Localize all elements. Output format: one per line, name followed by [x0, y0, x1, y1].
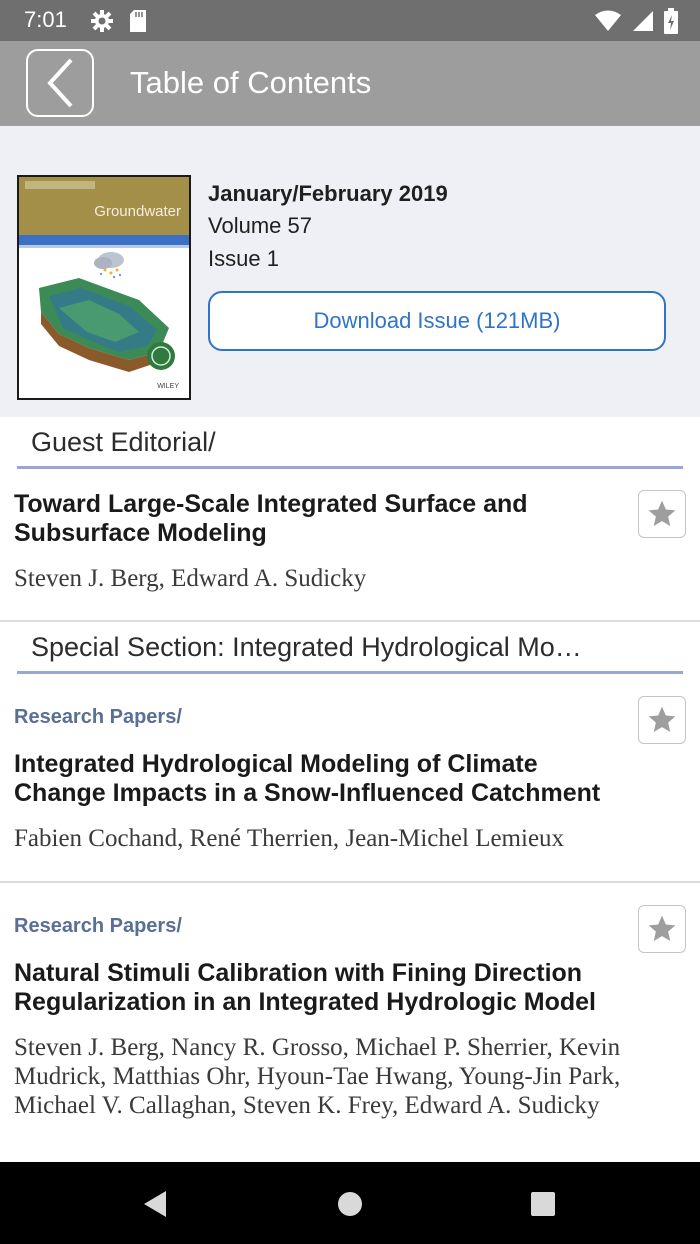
page-title: Table of Contents [130, 65, 372, 100]
section-title: Special Section: Integrated Hydrological… [31, 632, 582, 662]
download-issue-button[interactable]: Download Issue (121MB) [208, 291, 666, 351]
nav-back-icon [142, 1189, 168, 1219]
nav-home-button[interactable] [330, 1184, 370, 1224]
star-icon [646, 913, 678, 945]
section-title: Guest Editorial/ [31, 427, 216, 457]
status-bar: 7:01 [0, 0, 700, 41]
issue-cover-image[interactable]: Groundwater WILEY [17, 175, 191, 400]
nav-back-button[interactable] [135, 1184, 175, 1224]
article-item[interactable]: Research Papers/ Integrated Hydrological… [0, 675, 700, 883]
nav-recents-icon [530, 1191, 556, 1217]
article-category: Research Papers/ [14, 915, 182, 937]
star-icon [646, 704, 678, 736]
section-header: Guest Editorial/ [17, 417, 683, 469]
chevron-left-icon [45, 57, 75, 109]
article-title[interactable]: Integrated Hydrological Modeling of Clim… [14, 750, 634, 808]
article-authors: Steven J. Berg, Nancy R. Grosso, Michael… [14, 1034, 621, 1119]
sd-card-icon [128, 9, 148, 33]
issue-date: January/February 2019 [208, 181, 448, 206]
section-header: Special Section: Integrated Hydrological… [17, 622, 683, 674]
article-authors: Steven J. Berg, Edward A. Sudicky [14, 565, 367, 592]
back-button[interactable] [26, 49, 94, 117]
favorite-button[interactable] [638, 905, 686, 953]
system-nav-bar [0, 1162, 700, 1244]
article-item[interactable]: Toward Large-Scale Integrated Surface an… [0, 470, 700, 622]
nav-home-icon [337, 1191, 363, 1217]
status-time: 7:01 [24, 7, 67, 32]
wifi-icon [594, 9, 622, 33]
issue-number: Issue 1 [208, 246, 279, 271]
cell-signal-icon [632, 9, 654, 33]
article-authors: Fabien Cochand, René Therrien, Jean-Mich… [14, 825, 565, 852]
article-title[interactable]: Natural Stimuli Calibration with Fining … [14, 959, 634, 1017]
article-item[interactable]: Research Papers/ Natural Stimuli Calibra… [0, 883, 700, 1162]
issue-volume: Volume 57 [208, 213, 312, 238]
battery-icon [664, 8, 678, 34]
article-category: Research Papers/ [14, 706, 182, 728]
cover-journal-title: Groundwater [94, 203, 181, 220]
favorite-button[interactable] [638, 696, 686, 744]
article-title[interactable]: Toward Large-Scale Integrated Surface an… [14, 490, 634, 548]
issue-header: Groundwater WILEY January/February 2019 … [0, 126, 700, 417]
gear-icon [90, 9, 114, 33]
favorite-button[interactable] [638, 490, 686, 538]
nav-recents-button[interactable] [523, 1184, 563, 1224]
app-bar: Table of Contents [0, 41, 700, 126]
star-icon [646, 498, 678, 530]
